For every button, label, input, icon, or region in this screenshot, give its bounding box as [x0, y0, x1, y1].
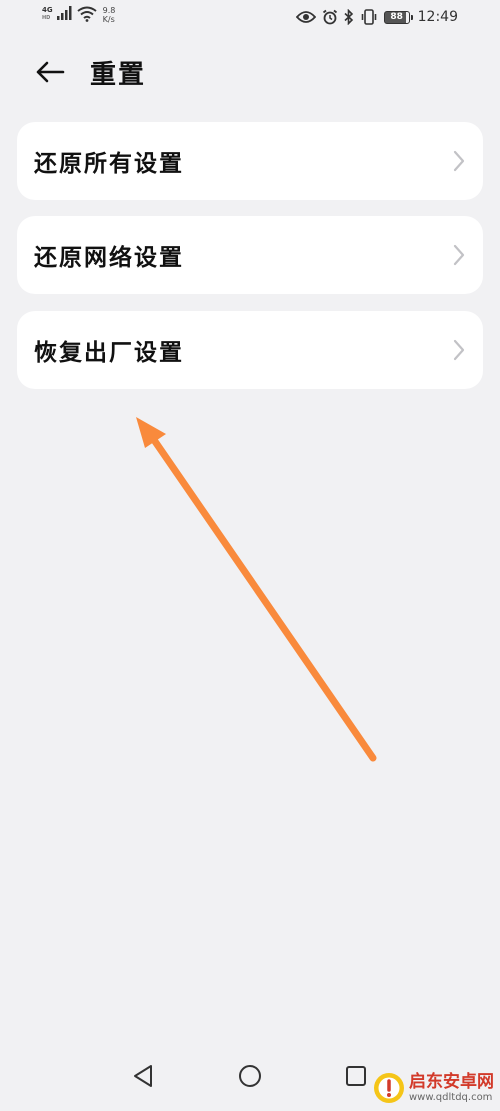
status-time: 12:49 [417, 9, 458, 25]
reset-network-settings-item[interactable]: 还原网络设置 [17, 216, 483, 294]
network-type: 4G [42, 6, 53, 14]
nav-back-button[interactable] [129, 1062, 157, 1090]
chevron-right-icon [453, 150, 465, 172]
triangle-back-icon [134, 1065, 152, 1087]
square-recents-icon [346, 1066, 366, 1086]
status-left: 4G HD 9.8 K/s [42, 6, 115, 28]
watermark-url: www.qdltdq.com [409, 1091, 493, 1103]
menu-item-label: 恢复出厂设置 [34, 340, 184, 366]
network-speed-value: 9.8 [102, 6, 116, 15]
alarm-icon [322, 9, 337, 25]
network-speed-unit: K/s [102, 15, 115, 24]
vibrate-icon [361, 9, 376, 25]
chevron-right-icon [453, 339, 465, 361]
reset-all-settings-item[interactable]: 还原所有设置 [17, 122, 483, 200]
watermark-title: 启东安卓网 [409, 1071, 494, 1092]
status-bar: 4G HD 9.8 K/s 88 12:49 [0, 0, 500, 36]
signal-icon [56, 6, 72, 20]
annotation-arrow-shaft [148, 433, 377, 762]
header: 重置 [0, 44, 500, 100]
back-button[interactable] [30, 56, 70, 88]
page-title: 重置 [90, 60, 147, 90]
factory-reset-item[interactable]: 恢复出厂设置 [17, 311, 483, 389]
nav-recents-button[interactable] [342, 1062, 370, 1090]
watermark: 启东安卓网 www.qdltdq.com [373, 1072, 494, 1104]
bluetooth-icon [344, 9, 353, 25]
wifi-icon [77, 6, 97, 22]
menu-item-label: 还原所有设置 [34, 151, 184, 177]
battery-indicator: 88 [383, 10, 413, 24]
circle-home-icon [239, 1065, 261, 1087]
network-speed: 9.8 K/s [103, 6, 116, 24]
network-type-indicator: 4G HD [42, 6, 53, 22]
menu-item-label: 还原网络设置 [34, 245, 184, 271]
eye-icon [295, 11, 316, 23]
back-arrow-icon [36, 61, 65, 83]
network-sub: HD [42, 15, 51, 21]
nav-home-button[interactable] [236, 1062, 264, 1090]
watermark-text: 启东安卓网 www.qdltdq.com [409, 1071, 494, 1103]
annotation-arrow-head [136, 417, 166, 448]
watermark-logo-icon [374, 1073, 404, 1103]
status-right: 88 12:49 [295, 7, 458, 27]
chevron-right-icon [453, 244, 465, 266]
